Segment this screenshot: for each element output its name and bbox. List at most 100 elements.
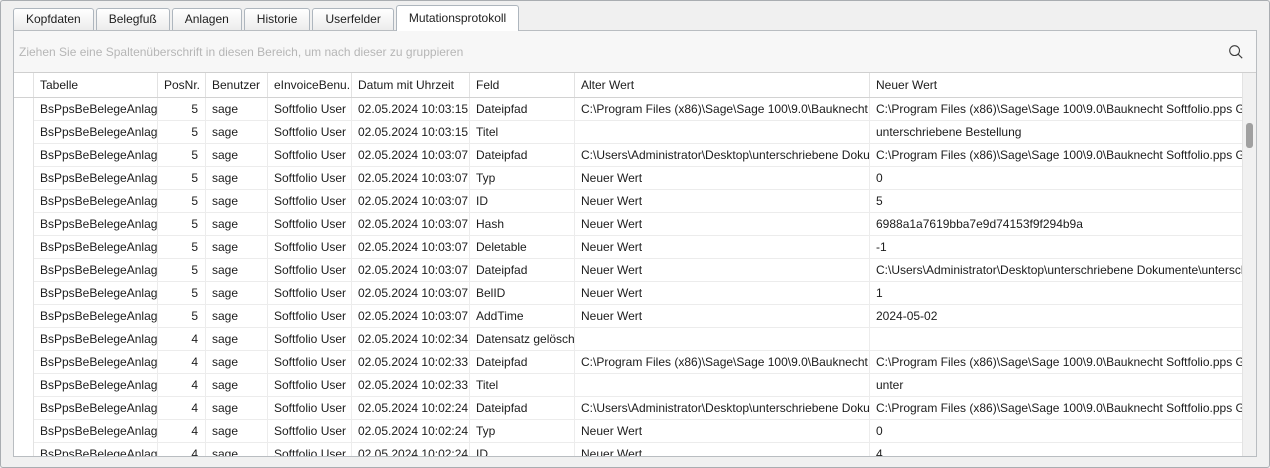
cell-tabelle[interactable]: BsPpsBeBelegeAnlagen [34,305,158,328]
table-row[interactable]: BsPpsBeBelegeAnlagen5sageSoftfolio User0… [14,259,1256,282]
cell-tabelle[interactable]: BsPpsBeBelegeAnlagen [34,167,158,190]
cell-benutzer[interactable]: sage [206,328,268,351]
cell-feld[interactable]: Dateipfad [470,259,575,282]
group-by-panel[interactable]: Ziehen Sie eine Spaltenüberschrift in di… [14,31,1256,73]
cell-benutzer[interactable]: sage [206,236,268,259]
cell-benutzer[interactable]: sage [206,121,268,144]
cell-tabelle[interactable]: BsPpsBeBelegeAnlagen [34,420,158,443]
cell-tabelle[interactable]: BsPpsBeBelegeAnlagen [34,374,158,397]
cell-posnr[interactable]: 5 [158,121,206,144]
row-indicator[interactable] [14,167,34,190]
cell-feld[interactable]: Typ [470,420,575,443]
cell-neuer_wert[interactable]: unterschriebene Bestellung [870,121,1242,144]
tab-mutationsprotokoll[interactable]: Mutationsprotokoll [396,5,519,31]
cell-neuer_wert[interactable]: 6988a1a7619bba7e9d74153f9f294b9a [870,213,1242,236]
cell-neuer_wert[interactable]: C:\Program Files (x86)\Sage\Sage 100\9.0… [870,144,1242,167]
cell-neuer_wert[interactable]: -1 [870,236,1242,259]
cell-alter_wert[interactable]: C:\Program Files (x86)\Sage\Sage 100\9.0… [575,351,870,374]
row-indicator[interactable] [14,351,34,374]
cell-einvoicebenutzer[interactable]: Softfolio User [268,236,352,259]
cell-alter_wert[interactable]: C:\Users\Administrator\Desktop\unterschr… [575,144,870,167]
cell-tabelle[interactable]: BsPpsBeBelegeAnlagen [34,397,158,420]
cell-einvoicebenutzer[interactable]: Softfolio User [268,121,352,144]
table-row[interactable]: BsPpsBeBelegeAnlagen5sageSoftfolio User0… [14,213,1256,236]
column-header-einvoicebenutzer[interactable]: eInvoiceBenu... [268,73,352,97]
cell-tabelle[interactable]: BsPpsBeBelegeAnlagen [34,236,158,259]
tab-belegfuss[interactable]: Belegfuß [96,8,170,30]
cell-benutzer[interactable]: sage [206,190,268,213]
cell-datum[interactable]: 02.05.2024 10:02:33 [352,374,470,397]
cell-benutzer[interactable]: sage [206,144,268,167]
row-indicator[interactable] [14,374,34,397]
cell-benutzer[interactable]: sage [206,167,268,190]
cell-einvoicebenutzer[interactable]: Softfolio User [268,144,352,167]
cell-einvoicebenutzer[interactable]: Softfolio User [268,259,352,282]
row-indicator[interactable] [14,190,34,213]
cell-datum[interactable]: 02.05.2024 10:03:07 [352,282,470,305]
cell-feld[interactable]: Hash [470,213,575,236]
cell-einvoicebenutzer[interactable]: Softfolio User [268,213,352,236]
row-indicator[interactable] [14,213,34,236]
cell-feld[interactable]: Typ [470,167,575,190]
tab-userfelder[interactable]: Userfelder [312,8,393,30]
cell-datum[interactable]: 02.05.2024 10:03:15 [352,98,470,121]
cell-einvoicebenutzer[interactable]: Softfolio User [268,282,352,305]
cell-benutzer[interactable]: sage [206,443,268,456]
cell-benutzer[interactable]: sage [206,420,268,443]
cell-feld[interactable]: AddTime [470,305,575,328]
cell-feld[interactable]: Titel [470,374,575,397]
table-row[interactable]: BsPpsBeBelegeAnlagen5sageSoftfolio User0… [14,190,1256,213]
row-indicator[interactable] [14,144,34,167]
table-row[interactable]: BsPpsBeBelegeAnlagen4sageSoftfolio User0… [14,328,1256,351]
cell-einvoicebenutzer[interactable]: Softfolio User [268,443,352,456]
cell-posnr[interactable]: 5 [158,144,206,167]
cell-datum[interactable]: 02.05.2024 10:03:07 [352,144,470,167]
table-row[interactable]: BsPpsBeBelegeAnlagen5sageSoftfolio User0… [14,236,1256,259]
cell-feld[interactable]: Dateipfad [470,98,575,121]
cell-benutzer[interactable]: sage [206,98,268,121]
row-indicator[interactable] [14,282,34,305]
cell-posnr[interactable]: 5 [158,282,206,305]
row-indicator[interactable] [14,305,34,328]
cell-neuer_wert[interactable]: C:\Users\Administrator\Desktop\unterschr… [870,259,1242,282]
table-row[interactable]: BsPpsBeBelegeAnlagen5sageSoftfolio User0… [14,167,1256,190]
tab-historie[interactable]: Historie [244,8,311,30]
cell-benutzer[interactable]: sage [206,374,268,397]
table-row[interactable]: BsPpsBeBelegeAnlagen5sageSoftfolio User0… [14,121,1256,144]
cell-alter_wert[interactable] [575,121,870,144]
cell-feld[interactable]: ID [470,443,575,456]
cell-posnr[interactable]: 4 [158,443,206,456]
cell-datum[interactable]: 02.05.2024 10:02:24 [352,443,470,456]
cell-datum[interactable]: 02.05.2024 10:02:34 [352,328,470,351]
row-indicator[interactable] [14,236,34,259]
cell-tabelle[interactable]: BsPpsBeBelegeAnlagen [34,351,158,374]
scrollbar-thumb[interactable] [1246,123,1253,148]
cell-posnr[interactable]: 5 [158,213,206,236]
cell-tabelle[interactable]: BsPpsBeBelegeAnlagen [34,443,158,456]
cell-neuer_wert[interactable] [870,328,1242,351]
cell-tabelle[interactable]: BsPpsBeBelegeAnlagen [34,328,158,351]
cell-benutzer[interactable]: sage [206,259,268,282]
row-indicator[interactable] [14,420,34,443]
cell-neuer_wert[interactable]: C:\Program Files (x86)\Sage\Sage 100\9.0… [870,397,1242,420]
cell-alter_wert[interactable] [575,328,870,351]
cell-tabelle[interactable]: BsPpsBeBelegeAnlagen [34,98,158,121]
cell-neuer_wert[interactable]: C:\Program Files (x86)\Sage\Sage 100\9.0… [870,98,1242,121]
cell-feld[interactable]: Dateipfad [470,397,575,420]
cell-posnr[interactable]: 5 [158,167,206,190]
cell-neuer_wert[interactable]: C:\Program Files (x86)\Sage\Sage 100\9.0… [870,351,1242,374]
cell-posnr[interactable]: 4 [158,420,206,443]
row-indicator[interactable] [14,259,34,282]
table-row[interactable]: BsPpsBeBelegeAnlagen4sageSoftfolio User0… [14,397,1256,420]
cell-alter_wert[interactable]: C:\Program Files (x86)\Sage\Sage 100\9.0… [575,98,870,121]
cell-benutzer[interactable]: sage [206,397,268,420]
cell-einvoicebenutzer[interactable]: Softfolio User [268,328,352,351]
cell-benutzer[interactable]: sage [206,351,268,374]
cell-datum[interactable]: 02.05.2024 10:03:07 [352,167,470,190]
row-indicator[interactable] [14,443,34,456]
column-header-benutzer[interactable]: Benutzer [206,73,268,97]
cell-benutzer[interactable]: sage [206,282,268,305]
cell-datum[interactable]: 02.05.2024 10:03:07 [352,305,470,328]
cell-einvoicebenutzer[interactable]: Softfolio User [268,190,352,213]
table-row[interactable]: BsPpsBeBelegeAnlagen5sageSoftfolio User0… [14,98,1256,121]
